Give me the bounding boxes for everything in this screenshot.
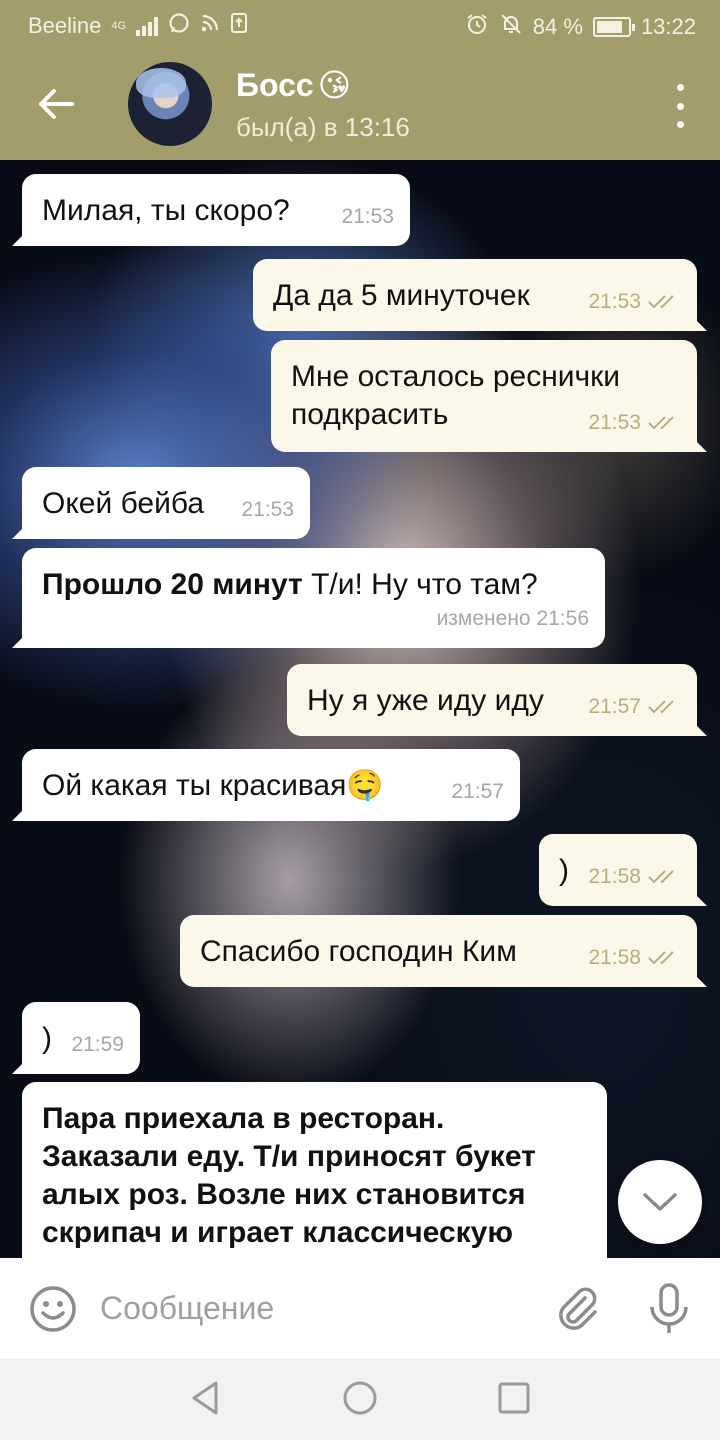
message-text: Да да 5 минуточек [273, 279, 530, 312]
message-time: 21:53 [588, 290, 641, 313]
double-check-icon [647, 294, 681, 310]
message-meta: изменено 21:56 [437, 600, 589, 638]
chat-name-text: Босс [236, 66, 314, 103]
network-type: 4G [111, 19, 127, 32]
emoji-button[interactable] [28, 1284, 78, 1334]
message-meta: 21:57 [451, 773, 504, 811]
message-time: 21:57 [588, 695, 641, 718]
message-text: Окей бейба [42, 487, 205, 520]
last-seen-status: был(а) в 13:16 [236, 112, 410, 142]
message-bubble[interactable]: Спасибо господин Ким 21:58 [180, 915, 707, 987]
message-text: Милая, ты скоро? [42, 194, 290, 227]
mic-icon [650, 1283, 688, 1333]
paperclip-icon [559, 1287, 597, 1330]
battery-percent: 84 % [532, 14, 583, 39]
message-bubble[interactable]: ) 21:59 [12, 1002, 140, 1074]
double-check-icon [647, 950, 681, 966]
message-text: ) [559, 854, 569, 887]
message-bubble[interactable]: Ну я уже иду иду 21:57 [287, 664, 707, 736]
alarm-icon [465, 12, 489, 42]
message-time: 21:59 [71, 1033, 124, 1056]
message-bubble[interactable]: Милая, ты скоро? 21:53 [12, 174, 410, 246]
status-left: Beeline 4G [28, 12, 248, 40]
message-text: ) [42, 1022, 52, 1055]
whatsapp-icon [168, 12, 190, 40]
avatar[interactable] [128, 62, 212, 146]
message-time: 21:57 [451, 780, 504, 803]
nav-back-button[interactable] [186, 1378, 226, 1418]
message-bubble[interactable]: Прошло 20 минут Т/и! Ну что там? изменен… [12, 548, 605, 648]
smiley-icon [30, 1286, 76, 1332]
clock: 13:22 [640, 14, 696, 39]
message-meta: 21:53 [241, 491, 294, 529]
message-text: Спасибо господин Ким [200, 935, 517, 968]
message-bubble[interactable]: Окей бейба 21:53 [12, 467, 310, 539]
composer-bar [0, 1258, 720, 1358]
triangle-back-icon [192, 1381, 218, 1415]
message-meta: 21:53 [588, 404, 681, 442]
message-time: 21:53 [241, 498, 294, 521]
message-bubble[interactable]: Ой какая ты красивая🤤 21:57 [12, 749, 520, 821]
status-bar: Beeline 4G 84 % 13:22 [0, 0, 720, 48]
message-text: Ну я уже иду иду [307, 684, 544, 717]
message-time: 21:53 [341, 205, 394, 228]
message-time: 21:58 [588, 946, 641, 969]
message-meta: 21:58 [588, 939, 681, 977]
double-check-icon [647, 699, 681, 715]
message-time: 21:58 [588, 865, 641, 888]
message-bubble[interactable]: Пара приехала в ресторан. Заказали еду. … [22, 1082, 607, 1258]
message-list[interactable]: Милая, ты скоро? 21:53 Да да 5 минуточек… [0, 160, 720, 1258]
signal-icon [136, 16, 159, 36]
arrow-left-icon [39, 89, 74, 119]
message-text: Т/и! Ну что там? [302, 568, 538, 601]
message-bold-text: Прошло 20 минут [42, 568, 303, 601]
message-bold-text: Пара приехала в ресторан. Заказали еду. … [42, 1102, 536, 1249]
message-text: Мне осталось реснички подкрасить [291, 360, 621, 431]
battery-fill [596, 21, 623, 33]
square-recents-icon [498, 1382, 530, 1414]
message-input[interactable] [100, 1280, 520, 1336]
message-bubble[interactable]: Да да 5 минуточек 21:53 [253, 259, 707, 331]
kiss-emoji: 😘 [317, 67, 352, 103]
double-check-icon [647, 869, 681, 885]
message-time: 21:53 [588, 411, 641, 434]
double-check-icon [647, 415, 681, 431]
chevron-down-icon [643, 1193, 677, 1211]
message-meta: 21:53 [588, 283, 681, 321]
more-menu-button[interactable] [672, 84, 688, 128]
message-meta: 21:57 [588, 688, 681, 726]
status-right: 84 % 13:22 [465, 12, 696, 42]
message-text: Ой какая ты красивая🤤 [42, 769, 384, 802]
scroll-down-button[interactable] [618, 1160, 702, 1244]
nav-recents-button[interactable] [494, 1378, 534, 1418]
chat-header: Босс 😘 был(а) в 13:16 [0, 48, 720, 160]
carrier-label: Beeline [28, 13, 102, 38]
back-button[interactable] [30, 78, 82, 130]
chat-title[interactable]: Босс 😘 [236, 66, 351, 104]
more-vert-icon [676, 84, 684, 91]
message-edited-time: изменено 21:56 [436, 607, 589, 630]
circle-home-icon [343, 1381, 377, 1415]
rss-icon [200, 13, 220, 39]
mute-bell-icon [499, 12, 523, 42]
message-meta: 21:58 [588, 858, 681, 896]
mic-button[interactable] [644, 1282, 694, 1336]
nav-home-button[interactable] [340, 1378, 380, 1418]
message-meta: 21:53 [341, 198, 394, 236]
system-nav-bar [0, 1358, 720, 1440]
attach-button[interactable] [552, 1284, 602, 1334]
message-meta: 21:59 [71, 1026, 124, 1064]
message-bubble[interactable]: Мне осталось реснички подкрасить 21:53 [271, 340, 707, 452]
upload-icon [230, 12, 248, 40]
battery-icon [592, 17, 635, 37]
message-bubble[interactable]: ) 21:58 [539, 834, 707, 906]
